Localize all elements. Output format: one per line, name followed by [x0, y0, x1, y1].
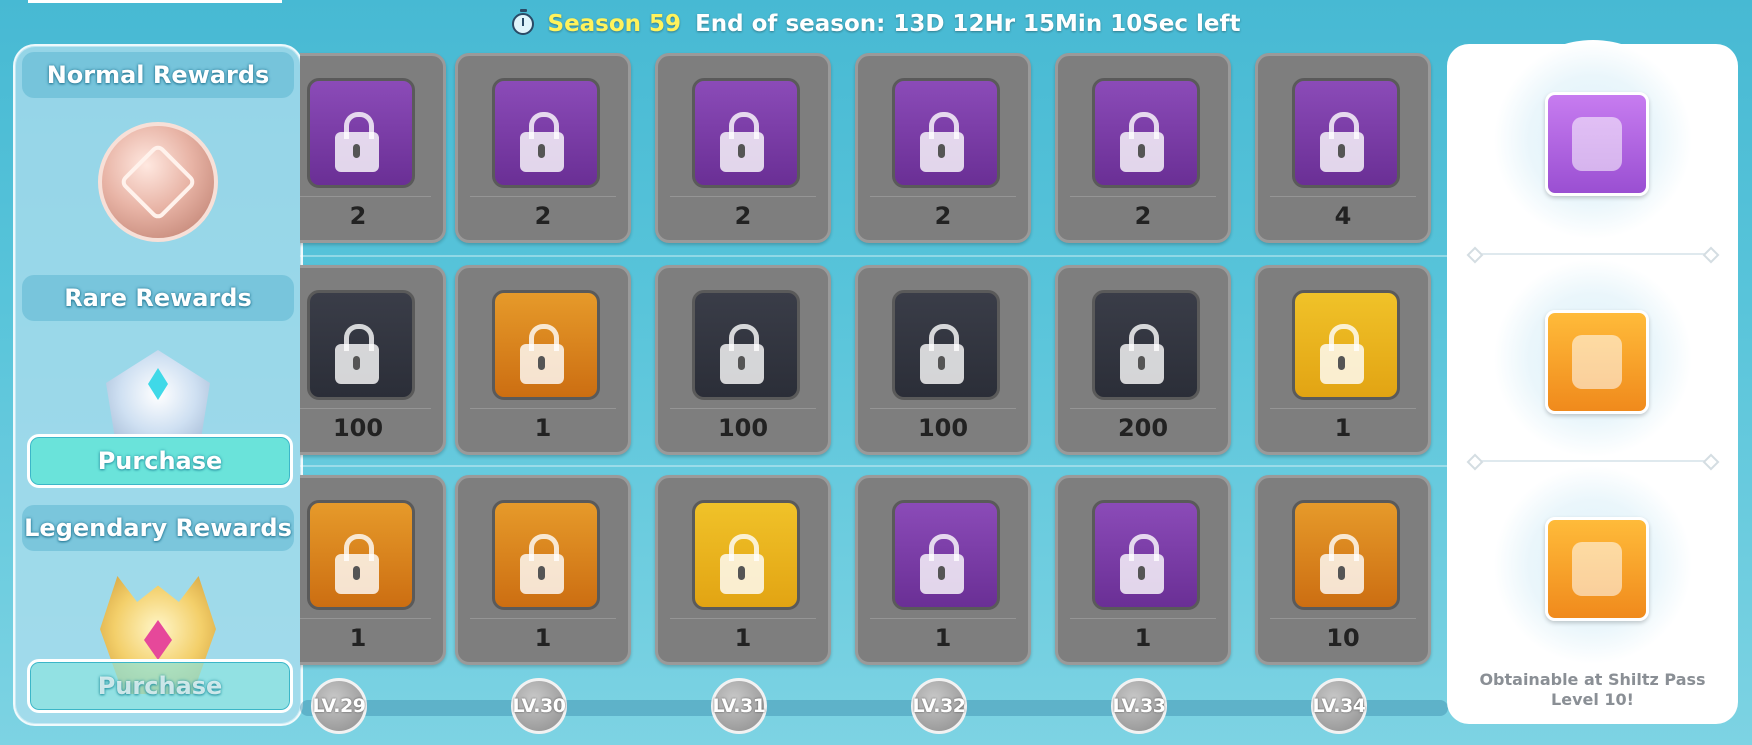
season-header: Season 59 End of season: 13D 12Hr 15Min …	[0, 6, 1752, 42]
reward-tier-panel: Normal Rewards Rare Rewards Purchase Leg…	[13, 44, 303, 726]
reward-quantity: 2	[349, 202, 367, 230]
reward-cell-rare-lv32[interactable]: 100	[855, 265, 1031, 455]
level-badge: LV.31	[711, 678, 767, 734]
normal-rewards-label: Normal Rewards	[22, 52, 294, 98]
jar-icon	[1545, 92, 1649, 196]
reward-grid: 2 2 2 2 2 4 100 1 100 100 200 1 1 1 1 1 …	[300, 50, 1448, 670]
reward-cell-legendary-lv32[interactable]: 1	[855, 475, 1031, 665]
reward-quantity: 10	[1326, 624, 1360, 652]
lock-icon	[1120, 534, 1164, 594]
level-badge: LV.34	[1311, 678, 1367, 734]
obtain-requirement-text: Obtainable at Shiltz Pass Level 10!	[1479, 670, 1706, 709]
reward-cell-normal-lv29[interactable]: 2	[300, 53, 446, 243]
lock-icon	[1320, 112, 1364, 172]
top-strip	[28, 0, 282, 3]
lock-icon	[920, 534, 964, 594]
reward-cell-legendary-lv31[interactable]: 1	[655, 475, 831, 665]
lock-icon	[1120, 112, 1164, 172]
normal-rewards-emblem-icon	[98, 122, 218, 242]
legendary-purchase-button[interactable]: Purchase	[27, 659, 293, 713]
reward-quantity: 2	[1134, 202, 1152, 230]
lock-icon	[520, 534, 564, 594]
winged-jar-icon	[1545, 517, 1649, 621]
level-badge: LV.32	[911, 678, 967, 734]
reward-cell-rare-lv29[interactable]: 100	[300, 265, 446, 455]
reward-quantity: 1	[1334, 414, 1352, 442]
legendary-rewards-label: Legendary Rewards	[22, 505, 294, 551]
reward-quantity: 2	[534, 202, 552, 230]
reward-quantity: 1	[1134, 624, 1152, 652]
lock-icon	[335, 324, 379, 384]
reward-cell-rare-lv34[interactable]: 1	[1255, 265, 1431, 455]
lock-icon	[720, 112, 764, 172]
lock-icon	[520, 324, 564, 384]
level-track	[300, 700, 1448, 716]
rare-purchase-button[interactable]: Purchase	[27, 434, 293, 488]
reward-cell-legendary-lv33[interactable]: 1	[1055, 475, 1231, 665]
reward-quantity: 200	[1117, 414, 1169, 442]
season-label: Season 59	[547, 11, 682, 37]
level-badge: LV.30	[511, 678, 567, 734]
pass-preview-panel: Obtainable at Shiltz Pass Level 10!	[1447, 40, 1738, 724]
reward-cell-legendary-lv29[interactable]: 1	[300, 475, 446, 665]
reward-cell-normal-lv30[interactable]: 2	[455, 53, 631, 243]
reward-quantity: 1	[534, 414, 552, 442]
reward-quantity: 100	[332, 414, 384, 442]
scroll-icon	[1545, 310, 1649, 414]
divider	[1475, 253, 1711, 255]
reward-quantity: 2	[734, 202, 752, 230]
reward-quantity: 1	[734, 624, 752, 652]
reward-cell-normal-lv32[interactable]: 2	[855, 53, 1031, 243]
reward-cell-normal-lv33[interactable]: 2	[1055, 53, 1231, 243]
reward-quantity: 100	[717, 414, 769, 442]
lock-icon	[720, 324, 764, 384]
lock-icon	[920, 324, 964, 384]
lock-icon	[1320, 534, 1364, 594]
preview-reward-slot[interactable]	[1493, 465, 1693, 665]
reward-quantity: 2	[934, 202, 952, 230]
reward-cell-legendary-lv34[interactable]: 10	[1255, 475, 1431, 665]
lock-icon	[1120, 324, 1164, 384]
lock-icon	[520, 112, 564, 172]
reward-quantity: 4	[1334, 202, 1352, 230]
divider	[1475, 460, 1711, 462]
level-badge: LV.29	[311, 678, 367, 734]
reward-cell-rare-lv30[interactable]: 1	[455, 265, 631, 455]
reward-quantity: 1	[934, 624, 952, 652]
reward-cell-rare-lv33[interactable]: 200	[1055, 265, 1231, 455]
level-badge: LV.33	[1111, 678, 1167, 734]
lock-icon	[920, 112, 964, 172]
lock-icon	[720, 534, 764, 594]
season-countdown: End of season: 13D 12Hr 15Min 10Sec left	[695, 11, 1241, 37]
rare-rewards-label: Rare Rewards	[22, 275, 294, 321]
lock-icon	[335, 112, 379, 172]
reward-cell-legendary-lv30[interactable]: 1	[455, 475, 631, 665]
reward-cell-normal-lv31[interactable]: 2	[655, 53, 831, 243]
stopwatch-icon	[511, 9, 534, 35]
preview-reward-slot[interactable]	[1493, 258, 1693, 458]
reward-cell-normal-lv34[interactable]: 4	[1255, 53, 1431, 243]
lock-icon	[335, 534, 379, 594]
reward-cell-rare-lv31[interactable]: 100	[655, 265, 831, 455]
reward-quantity: 1	[349, 624, 367, 652]
lock-icon	[1320, 324, 1364, 384]
preview-reward-slot[interactable]	[1493, 40, 1693, 240]
reward-quantity: 100	[917, 414, 969, 442]
reward-quantity: 1	[534, 624, 552, 652]
